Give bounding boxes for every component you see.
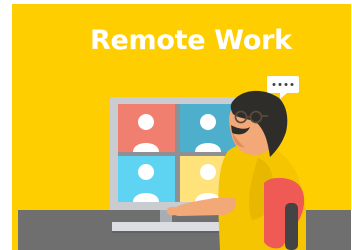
monitor-base xyxy=(112,222,224,231)
chair-post xyxy=(285,203,298,250)
remote-work-banner: Remote Work xyxy=(0,0,352,250)
banner-title: Remote Work xyxy=(90,25,292,56)
monitor-base-shadow xyxy=(112,231,224,233)
